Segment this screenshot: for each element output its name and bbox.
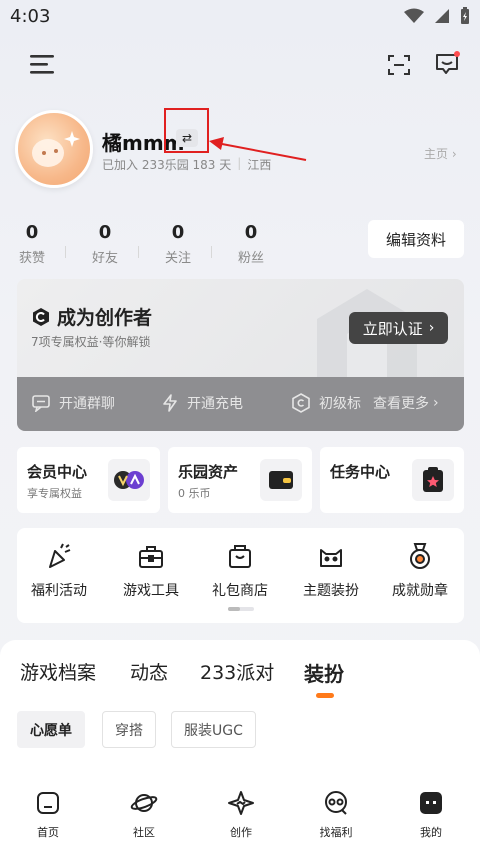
chevron-right-icon: › — [433, 395, 439, 411]
stat-label: 粉丝 — [237, 251, 264, 266]
perk-charging: 开通充电 — [161, 393, 243, 413]
tool-label: 成就勋章 — [392, 583, 448, 599]
see-more-label: 查看更多 — [373, 396, 429, 412]
tab-indicator — [316, 693, 334, 698]
chip-wishlist[interactable]: 心愿单 — [17, 711, 85, 748]
wallet-icon — [260, 459, 302, 501]
verify-label: 立即认证 — [362, 319, 423, 338]
card-subtitle: 0 乐币 — [178, 487, 211, 500]
chat-icon — [32, 395, 50, 412]
home-icon — [37, 792, 59, 814]
tool-welfare[interactable]: 福利活动 — [19, 542, 99, 600]
party-popper-icon — [49, 543, 71, 568]
medal-icon — [410, 543, 430, 569]
card-title: 会员中心 — [27, 463, 88, 481]
sparkle-create-icon — [228, 791, 254, 815]
creator-subtitle: 7项专属权益·等你解锁 — [31, 335, 151, 349]
perk-label: 开通充电 — [187, 396, 243, 412]
stat-value: 0 — [25, 222, 39, 243]
nav-label: 找福利 — [319, 826, 353, 839]
bottom-nav: 首页 社区 创作 找福利 我的 — [0, 784, 480, 854]
stat-divider — [65, 246, 66, 258]
stat-divider — [138, 246, 139, 258]
nav-find-welfare[interactable]: 找福利 — [306, 790, 366, 840]
tool-label: 主题装扮 — [303, 583, 359, 599]
nav-create[interactable]: 创作 — [211, 790, 271, 840]
pager-active-dot — [228, 607, 240, 611]
perk-group-chat: 开通群聊 — [31, 393, 115, 413]
perk-badge: 初级标 — [291, 393, 361, 413]
stat-label: 好友 — [91, 251, 118, 266]
gamepad-icon — [325, 791, 347, 815]
card-title: 任务中心 — [330, 463, 391, 481]
nav-label: 社区 — [133, 826, 155, 839]
tab-game-archive[interactable]: 游戏档案 — [20, 658, 96, 685]
tool-gift-shop[interactable]: 礼包商店 — [200, 542, 280, 600]
chip-outfit[interactable]: 穿搭 — [102, 711, 156, 748]
tab-dress-up[interactable]: 装扮 — [304, 658, 344, 687]
tab-233-party[interactable]: 233派对 — [200, 658, 274, 685]
stat-value: 0 — [98, 222, 112, 243]
nav-label: 我的 — [420, 826, 442, 839]
tools-pager — [228, 607, 254, 611]
stat-value: 0 — [171, 222, 185, 243]
tab-moments[interactable]: 动态 — [130, 658, 168, 685]
nav-label: 首页 — [37, 826, 59, 839]
stat-value: 0 — [244, 222, 258, 243]
gift-bag-icon — [229, 545, 251, 568]
cat-icon — [320, 549, 342, 567]
card-title: 乐园资产 — [178, 463, 239, 481]
creator-perks-strip: 开通群聊 开通充电 初级标 查看更多 › — [17, 377, 464, 431]
tool-label: 礼包商店 — [212, 583, 268, 599]
task-clipboard-icon — [412, 459, 454, 501]
stat-label: 关注 — [164, 251, 191, 266]
chip-clothing-ugc[interactable]: 服装UGC — [171, 711, 256, 748]
creator-logo-icon — [33, 307, 49, 326]
tool-theme[interactable]: 主题装扮 — [291, 542, 371, 600]
hexagon-badge-icon — [292, 393, 310, 413]
stat-likes[interactable]: 0 获赞 — [12, 222, 52, 266]
tool-achievements[interactable]: 成就勋章 — [380, 542, 460, 600]
stat-following[interactable]: 0 关注 — [158, 222, 198, 266]
creator-title: 成为创作者 — [31, 303, 152, 330]
stat-fans[interactable]: 0 粉丝 — [231, 222, 271, 266]
tool-label: 游戏工具 — [123, 583, 179, 599]
nav-community[interactable]: 社区 — [114, 790, 174, 840]
creator-card[interactable]: 成为创作者 7项专属权益·等你解锁 立即认证 › 开通群聊 开通充电 初级标 查… — [17, 279, 464, 431]
annotation-arrow-switch — [209, 137, 307, 161]
card-subtitle: 享专属权益 — [27, 487, 82, 500]
mine-face-icon — [420, 792, 442, 814]
see-more-link[interactable]: 查看更多 › — [373, 393, 439, 413]
stat-label: 获赞 — [18, 251, 45, 266]
toolbox-icon — [139, 546, 163, 568]
edit-profile-button[interactable]: 编辑资料 — [368, 220, 464, 258]
tool-label: 福利活动 — [31, 583, 87, 599]
lightning-icon — [163, 394, 177, 412]
vip-badges-icon — [108, 459, 150, 501]
chevron-right-icon: › — [428, 320, 435, 336]
nav-mine[interactable]: 我的 — [401, 790, 461, 840]
nav-label: 创作 — [230, 826, 252, 839]
task-center-card[interactable]: 任务中心 — [320, 447, 464, 513]
planet-icon — [130, 794, 158, 812]
member-center-card[interactable]: 会员中心 享专属权益 — [17, 447, 160, 513]
creator-title-text: 成为创作者 — [57, 307, 153, 329]
verify-now-button[interactable]: 立即认证 › — [349, 312, 448, 344]
perk-label: 初级标 — [319, 396, 361, 412]
perk-label: 开通群聊 — [59, 396, 115, 412]
assets-card[interactable]: 乐园资产 0 乐币 — [168, 447, 312, 513]
stat-divider — [211, 246, 212, 258]
tool-game-tools[interactable]: 游戏工具 — [111, 542, 191, 600]
nav-home[interactable]: 首页 — [18, 790, 78, 840]
stat-friends[interactable]: 0 好友 — [85, 222, 125, 266]
